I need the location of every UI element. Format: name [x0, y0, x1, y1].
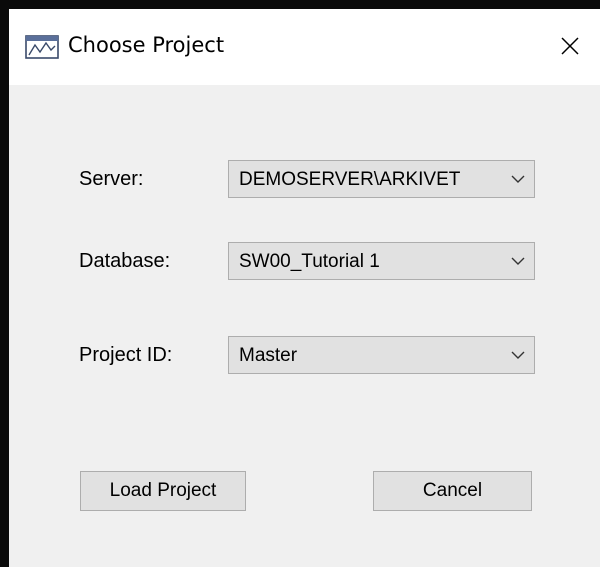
chevron-down-icon [511, 175, 525, 183]
window-title: Choose Project [68, 33, 225, 57]
title-bar: Choose Project [9, 9, 600, 85]
server-label: Server: [79, 168, 144, 190]
database-label: Database: [79, 250, 171, 272]
server-value: DEMOSERVER\ARKIVET [239, 169, 461, 190]
database-dropdown[interactable]: SW00_Tutorial 1 [228, 242, 535, 280]
chevron-down-icon [511, 351, 525, 359]
window-frame-left [0, 0, 9, 567]
server-dropdown[interactable]: DEMOSERVER\ARKIVET [228, 160, 535, 198]
project-id-label: Project ID: [79, 344, 173, 366]
load-project-button[interactable]: Load Project [80, 471, 246, 511]
window-frame-top [0, 0, 600, 9]
choose-project-dialog: Choose Project Server: DEMOSERVER\ARKIVE… [9, 9, 600, 567]
close-icon[interactable] [550, 27, 590, 65]
project-id-value: Master [239, 345, 298, 366]
project-id-dropdown[interactable]: Master [228, 336, 535, 374]
cancel-button[interactable]: Cancel [373, 471, 532, 511]
database-value: SW00_Tutorial 1 [239, 251, 380, 272]
chevron-down-icon [511, 257, 525, 265]
app-window-icon [25, 35, 59, 59]
